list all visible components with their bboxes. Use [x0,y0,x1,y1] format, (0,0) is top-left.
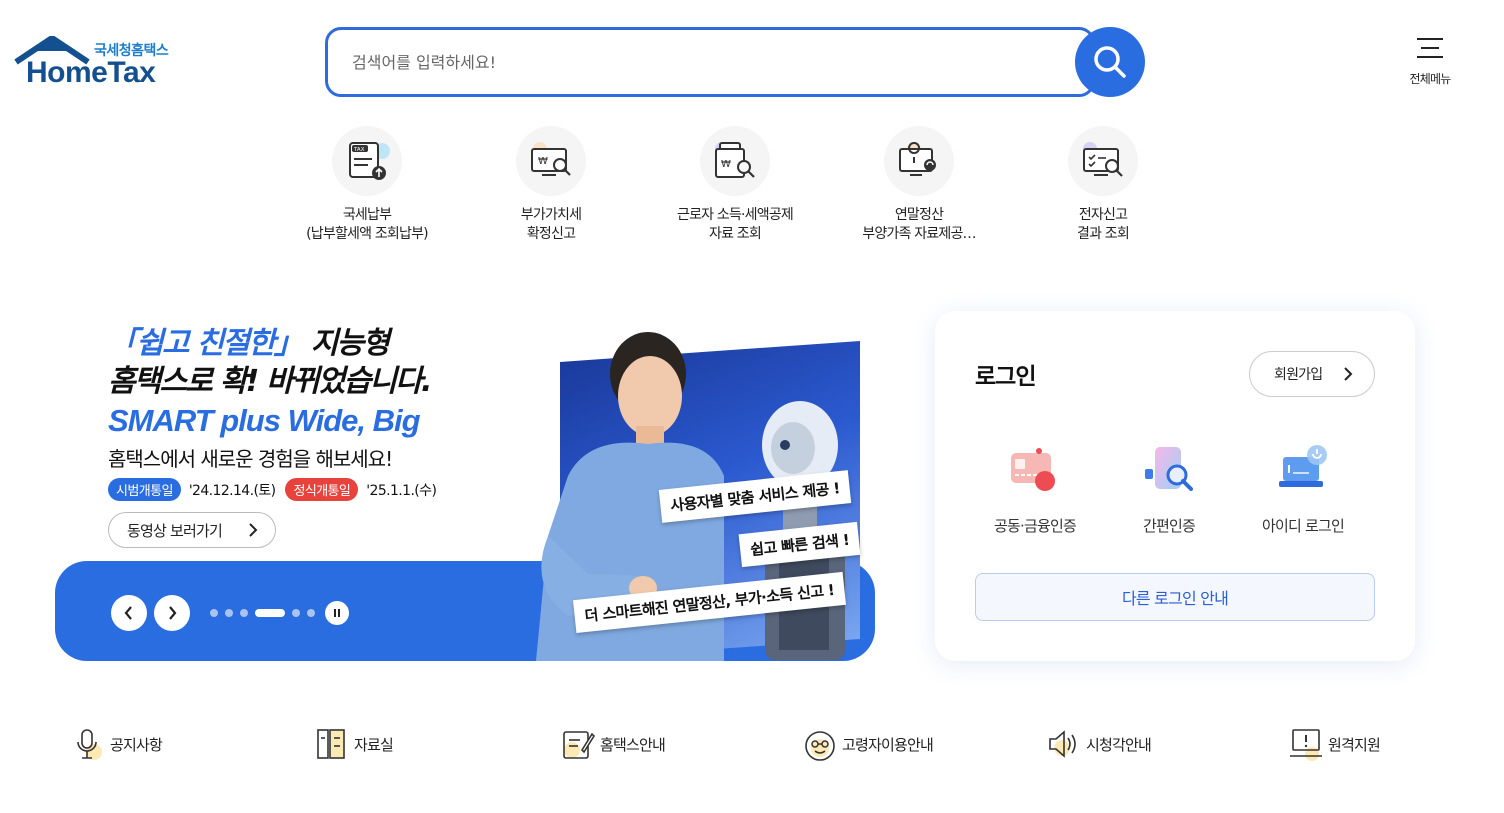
quick-menu-vat-report[interactable]: ₩ 부가가치세 확정신고 [459,126,643,244]
banner-dot-active[interactable] [255,609,285,617]
banner-dot[interactable] [225,609,233,617]
audiovisual-guide-link[interactable]: 시청각안내 [1046,726,1152,762]
remote-support-icon [1290,729,1322,761]
pause-icon [334,609,340,617]
all-menu-button[interactable]: 전체메뉴 [1400,36,1460,90]
notice-label: 공지사항 [110,735,163,754]
pilot-open-badge: 시범개통일 [108,478,181,501]
pilot-open-date: '24.12.14.(토) [188,482,276,499]
certificate-login-option[interactable]: 공동·금융인증 [968,441,1102,536]
banner-text: 「쉽고 친절한」 지능형 홈택스로 확! 바뀌었습니다. SMART plus … [108,325,538,501]
svg-text:₩: ₩ [721,159,731,170]
banner-prev-button[interactable] [111,595,147,631]
archive-label: 자료실 [354,735,394,754]
banner-subtitle: 홈택스에서 새로운 경험을 해보세요! [108,447,393,471]
remote-support-label: 원격지원 [1328,735,1381,754]
quick-menu-year-end-settlement[interactable]: 연말정산 부양가족 자료제공… [827,126,1011,244]
notice-link[interactable]: 공지사항 [70,726,163,762]
senior-guide-link[interactable]: 고령자이용안내 [802,726,934,762]
hometax-guide-link[interactable]: 홈택스안내 [560,726,666,762]
chevron-left-icon [124,606,132,620]
year-end-settlement-icon [884,126,954,196]
search-box [325,27,1095,97]
search-button[interactable] [1075,27,1145,97]
certificate-login-label: 공동·금융인증 [994,517,1077,535]
hamburger-icon [1417,38,1443,58]
senior-guide-label: 고령자이용안내 [842,735,934,754]
search-icon [1094,46,1126,78]
banner-dot[interactable] [292,609,300,617]
quick-menu-label: 부가가치세 확정신고 [520,207,582,242]
chevron-right-icon [249,523,258,537]
quick-menu-e-filing-result[interactable]: 전자신고 결과 조회 [1011,126,1195,244]
other-login-guide-button[interactable]: 다른 로그인 안내 [975,573,1375,621]
guide-icon [563,731,596,759]
banner-pause-button[interactable] [325,601,349,625]
remote-support-link[interactable]: 원격지원 [1288,726,1381,762]
sign-up-button[interactable]: 회원가입 [1249,351,1375,397]
banner-headline-2: 홈택스로 확! 바뀌었습니다. [108,364,432,399]
logo-title: HomeTax [26,56,156,89]
senior-icon [805,731,835,761]
id-login-option[interactable]: 아이디 로그인 [1236,441,1370,536]
svg-text:TAX: TAX [353,147,365,153]
quick-menu-label: 근로자 소득·세액공제 자료 조회 [676,207,794,242]
banner-dot[interactable] [307,609,315,617]
all-menu-label: 전체메뉴 [1409,72,1452,86]
archive-icon [317,729,345,759]
banner-dot[interactable] [240,609,248,617]
hometax-logo[interactable]: 국세청홈택스 HomeTax [14,36,179,92]
quick-menu-label: 국세납부 (납부할세액 조회납부) [306,207,429,242]
login-card: 로그인 회원가입 공동·금융인증 간편인증 아이디 로그인 다른 로그인 안내 [935,311,1415,661]
speaker-icon [1049,730,1076,758]
official-open-date: '25.1.1.(수) [366,482,437,499]
simple-auth-label: 간편인증 [1142,517,1196,535]
sign-up-label: 회원가입 [1274,367,1323,383]
e-filing-result-icon [1068,126,1138,196]
banner-next-button[interactable] [154,595,190,631]
banner-dates: 시범개통일 '24.12.14.(토) 정식개통일 '25.1.1.(수) [108,478,538,501]
search-input[interactable] [352,48,1052,76]
quick-menu-tax-payment[interactable]: TAX 국세납부 (납부할세액 조회납부) [275,126,459,244]
chevron-right-icon [169,606,177,620]
income-deduction-icon: ₩ [700,126,770,196]
simple-auth-login-option[interactable]: 간편인증 [1102,441,1236,536]
quick-menu-label: 전자신고 결과 조회 [1077,207,1130,242]
hometax-guide-label: 홈택스안내 [600,735,666,754]
chevron-right-icon [1344,367,1353,381]
quick-menu-income-deduction[interactable]: ₩ 근로자 소득·세액공제 자료 조회 [643,126,827,244]
simple-auth-icon [1145,447,1193,491]
id-login-label: 아이디 로그인 [1262,517,1345,535]
watch-video-button[interactable]: 동영상 보러가기 [108,512,276,548]
microphone-icon [77,729,102,760]
quick-menu-label: 연말정산 부양가족 자료제공… [862,207,976,242]
banner-headline-3: SMART plus Wide, Big [108,403,421,438]
watch-video-label: 동영상 보러가기 [127,521,223,540]
certificate-icon [1011,448,1055,491]
official-open-badge: 정식개통일 [285,478,359,501]
vat-report-icon: ₩ [516,126,586,196]
tax-payment-icon: TAX [332,126,402,196]
login-title: 로그인 [975,364,1036,390]
archive-link[interactable]: 자료실 [314,726,394,762]
id-login-icon [1279,445,1327,487]
audiovisual-guide-label: 시청각안내 [1086,735,1152,754]
banner-dot[interactable] [210,609,218,617]
banner-headline-1: 「쉽고 친절한」 지능형 [108,326,390,361]
svg-text:₩: ₩ [538,156,548,167]
